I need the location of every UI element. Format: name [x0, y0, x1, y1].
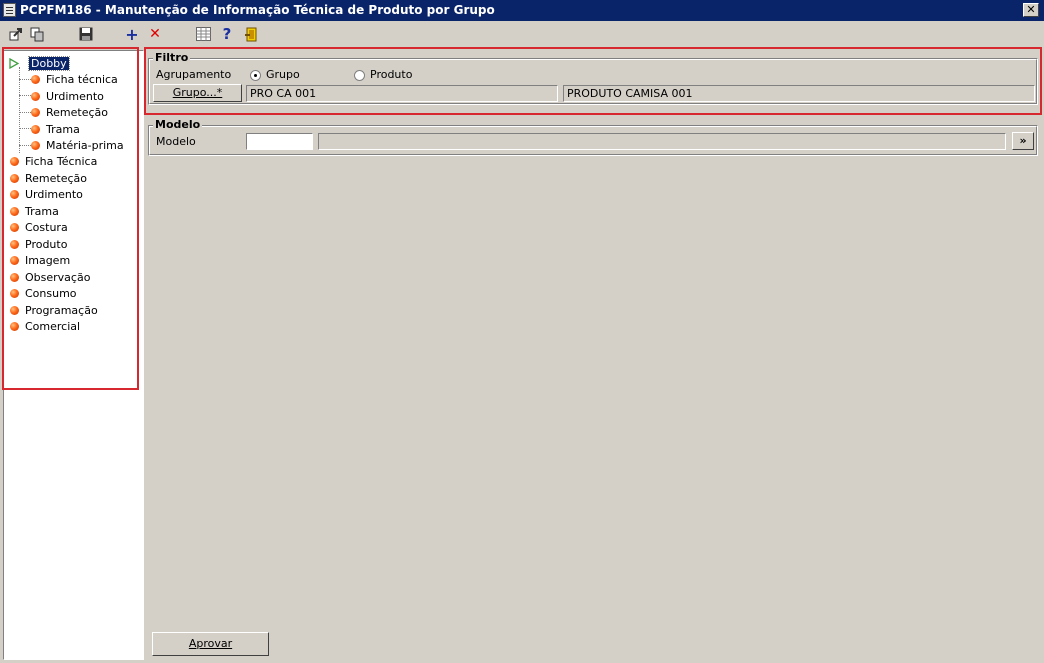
toolbar: + ✕ ? — [0, 21, 1044, 47]
bullet-icon — [31, 124, 40, 134]
close-button[interactable]: ✕ — [1023, 3, 1039, 17]
tree-item-consumo[interactable]: Consumo — [10, 285, 77, 301]
modelo-legend: Modelo — [153, 118, 203, 131]
tree-child-urdimento[interactable]: Urdimento — [31, 88, 104, 104]
approve-button[interactable]: Aprovar — [152, 632, 269, 656]
tree-item-trama[interactable]: Trama — [10, 203, 59, 219]
radio-grupo[interactable] — [250, 70, 261, 81]
bullet-icon — [10, 206, 19, 216]
tree-item-ficha-tecnica[interactable]: Ficha Técnica — [10, 153, 97, 169]
bullet-icon — [10, 156, 19, 166]
modelo-label: Modelo — [156, 135, 196, 148]
tree-child-ficha-tecnica[interactable]: Ficha técnica — [31, 71, 118, 87]
tree-child-materia-prima[interactable]: Matéria-prima — [31, 137, 124, 153]
tree-item-programacao[interactable]: Programação — [10, 302, 98, 318]
bullet-icon — [31, 140, 40, 150]
bullet-icon — [10, 222, 19, 232]
save-icon[interactable] — [78, 26, 94, 42]
tree-root-dobby[interactable]: Dobby — [9, 55, 70, 71]
bullet-icon — [10, 305, 19, 315]
tree-item-urdimento[interactable]: Urdimento — [10, 186, 83, 202]
radio-produto-label[interactable]: Produto — [370, 68, 412, 81]
delete-icon[interactable]: ✕ — [147, 26, 163, 42]
agrupamento-label: Agrupamento — [156, 68, 232, 81]
copy-icon[interactable] — [29, 26, 45, 42]
bullet-icon — [10, 239, 19, 249]
modelo-code-field[interactable] — [246, 133, 313, 150]
modelo-description-field[interactable] — [318, 133, 1006, 150]
tree-child-trama[interactable]: Trama — [31, 121, 80, 137]
expand-arrow-icon — [9, 57, 19, 69]
filtro-legend: Filtro — [153, 51, 191, 64]
bullet-icon — [10, 321, 19, 331]
tree-item-observacao[interactable]: Observação — [10, 269, 90, 285]
grupo-lookup-button[interactable]: Grupo...* — [153, 84, 242, 102]
export-icon[interactable] — [8, 26, 24, 42]
navigation-tree: Dobby Ficha técnica Urdimento Remeteção … — [3, 50, 144, 660]
tree-root-label: Dobby — [28, 55, 70, 71]
bullet-icon — [10, 272, 19, 282]
bullet-icon — [10, 173, 19, 183]
bullet-icon — [31, 107, 40, 117]
radio-grupo-label[interactable]: Grupo — [266, 68, 300, 81]
exit-door-icon[interactable] — [243, 26, 259, 42]
tree-item-remetecao[interactable]: Remeteção — [10, 170, 87, 186]
window-titlebar: PCPFM186 - Manutenção de Informação Técn… — [0, 0, 1044, 21]
tree-child-remetecao[interactable]: Remeteção — [31, 104, 108, 120]
bullet-icon — [10, 189, 19, 199]
bullet-icon — [10, 255, 19, 265]
tree-item-imagem[interactable]: Imagem — [10, 252, 70, 268]
app-icon — [3, 3, 16, 17]
bullet-icon — [10, 288, 19, 298]
window-title: PCPFM186 - Manutenção de Informação Técn… — [20, 3, 495, 17]
bullet-icon — [31, 91, 40, 101]
add-icon[interactable]: + — [124, 25, 140, 44]
help-icon[interactable]: ? — [219, 25, 235, 43]
tree-item-costura[interactable]: Costura — [10, 219, 68, 235]
grupo-description-field[interactable]: PRODUTO CAMISA 001 — [563, 85, 1035, 102]
radio-produto[interactable] — [354, 70, 365, 81]
tree-item-comercial[interactable]: Comercial — [10, 318, 80, 334]
table-icon[interactable] — [195, 26, 211, 42]
modelo-lookup-button[interactable]: » — [1012, 132, 1034, 150]
tree-item-produto[interactable]: Produto — [10, 236, 67, 252]
grupo-code-field[interactable]: PRO CA 001 — [246, 85, 558, 102]
bullet-icon — [31, 74, 40, 84]
